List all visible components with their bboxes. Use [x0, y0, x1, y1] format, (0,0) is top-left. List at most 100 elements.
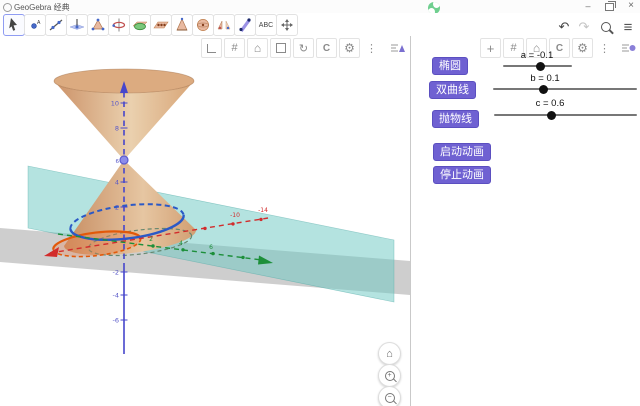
axes-icon: +: [487, 41, 495, 56]
axis-tick-label: -4: [113, 292, 119, 300]
grid-icon: #: [510, 42, 516, 54]
axis-tick-label: 10: [111, 100, 119, 108]
kebab-icon: ⋮: [366, 42, 377, 55]
slider-c-knob[interactable]: [547, 111, 556, 120]
more-options-button[interactable]: ⋮: [362, 39, 381, 57]
tool-line[interactable]: [45, 14, 67, 36]
rotate-icon: ↻: [299, 42, 308, 55]
tool-perpendicular-line[interactable]: [66, 14, 88, 36]
axis-tick-label: 4: [179, 240, 183, 247]
zoom-out-button[interactable]: −: [378, 386, 401, 406]
axes-toggle-button[interactable]: [201, 38, 222, 58]
tool-plane-through-points[interactable]: [150, 14, 172, 36]
sphere-icon: [195, 17, 211, 33]
tool-reflect-about-plane[interactable]: [213, 14, 235, 36]
tool-sphere[interactable]: [192, 14, 214, 36]
clipping-box-button[interactable]: [270, 38, 291, 58]
axis-tick-label: -6: [113, 317, 119, 325]
plane-icon: [153, 17, 169, 33]
tool-move-graphics-view[interactable]: [276, 14, 298, 36]
home-icon: ⌂: [254, 41, 261, 55]
view-direction-icon: C: [323, 43, 330, 54]
tool-move[interactable]: [3, 14, 25, 36]
perpendicular-line-icon: [69, 17, 85, 33]
restore-button[interactable]: [605, 3, 614, 11]
slider-a[interactable]: [503, 65, 572, 67]
slider-b[interactable]: [493, 88, 637, 90]
main-area: 10 8 6 4 2 -2 -4 -6 -10 -14 2 4 6 # ⌂ ↻ C ⚙ ⋮ ⌂ + …: [0, 36, 640, 406]
axis-tick-label: 2: [149, 236, 153, 243]
point-style-icon: [620, 41, 636, 55]
stylebar-toggle-button[interactable]: [387, 39, 406, 57]
grid-toggle-button[interactable]: #: [224, 38, 245, 58]
intersection-curve-icon: [132, 17, 148, 33]
redo-button[interactable]: ↷: [575, 18, 593, 36]
default-view-button[interactable]: ⌂: [247, 38, 268, 58]
axis-tick-label: 4: [115, 179, 119, 187]
stop-animation-button[interactable]: 停止动画: [433, 166, 491, 184]
tool-pyramid[interactable]: [171, 14, 193, 36]
slider-b-knob[interactable]: [539, 85, 548, 94]
menu-button[interactable]: ≡: [619, 18, 637, 36]
tool-point[interactable]: A: [24, 14, 46, 36]
rotate-view-button[interactable]: ↻: [293, 38, 314, 58]
axis-tick-label: 6: [116, 159, 120, 165]
svg-text:A: A: [37, 20, 41, 26]
tool-text[interactable]: ABC: [255, 14, 277, 36]
3d-scene-canvas[interactable]: 10 8 6 4 2 -2 -4 -6 -10 -14 2 4 6: [0, 36, 410, 406]
hyperbola-button[interactable]: 双曲线: [429, 81, 476, 99]
point-icon: A: [27, 17, 43, 33]
minimize-button[interactable]: –: [581, 0, 595, 12]
segment-icon: [237, 17, 253, 33]
search-icon: [601, 22, 611, 32]
slider-b-label: b = 0.1: [530, 73, 559, 84]
view-direction-icon: C: [556, 43, 563, 54]
grid-icon: #: [231, 42, 237, 54]
axis-tick-label: 2: [115, 204, 119, 212]
slider-c[interactable]: [494, 114, 637, 116]
close-button[interactable]: ×: [624, 0, 638, 12]
axis-tick-label: -14: [258, 207, 268, 214]
gear-icon: ⚙: [344, 41, 355, 55]
zoom-home-button[interactable]: ⌂: [378, 342, 401, 365]
zoom-in-icon: +: [385, 371, 395, 381]
3d-graphics-view[interactable]: 108642-2-4-6 -10-14 246 # ⌂ ↻ C ⚙ ⋮ ⌂ + …: [0, 36, 410, 406]
axis-tick-label: -2: [113, 269, 119, 277]
start-animation-button[interactable]: 启动动画: [433, 143, 491, 161]
tool-polygon[interactable]: [87, 14, 109, 36]
3d-stylebar: # ⌂ ↻ C ⚙ ⋮: [199, 38, 406, 58]
axes-icon: [207, 44, 216, 53]
ellipse-button[interactable]: 椭圆: [432, 57, 468, 75]
panel-stylebar: + # ⌂ C ⚙ ⋮: [478, 38, 637, 58]
axis-tick-label: 8: [115, 125, 119, 133]
slider-a-knob[interactable]: [536, 62, 545, 71]
move-view-icon: [279, 17, 295, 33]
axis-tick-label: -10: [230, 212, 240, 219]
view-direction-button[interactable]: C: [316, 38, 337, 58]
stylebar-toggle-button[interactable]: [618, 39, 637, 57]
zoom-out-icon: −: [385, 393, 395, 403]
graphics-view-2[interactable]: + # ⌂ C ⚙ ⋮ 椭圆 双曲线 抛物线 启动动画 停止动画 a = -0.…: [410, 36, 640, 406]
axes-toggle-button[interactable]: +: [480, 38, 501, 58]
tool-intersection-curve[interactable]: [129, 14, 151, 36]
cursor-icon: [6, 17, 22, 33]
tool-segment-between-points[interactable]: [234, 14, 256, 36]
settings-button[interactable]: ⚙: [572, 38, 593, 58]
tool-rotation-around-axis[interactable]: [108, 14, 130, 36]
window-title: GeoGebra 经典: [14, 2, 70, 13]
home-icon: ⌂: [386, 348, 393, 360]
pyramid-icon: [174, 17, 190, 33]
gear-icon: ⚙: [577, 41, 588, 55]
apex-point[interactable]: [120, 156, 128, 164]
axis-tick-label: 6: [209, 244, 213, 251]
settings-button[interactable]: ⚙: [339, 38, 360, 58]
polygon-icon: [90, 17, 106, 33]
zoom-in-button[interactable]: +: [378, 364, 401, 387]
slider-c-label: c = 0.6: [536, 98, 565, 109]
undo-button[interactable]: ↶: [555, 18, 573, 36]
line-icon: [48, 17, 64, 33]
parabola-button[interactable]: 抛物线: [432, 110, 479, 128]
toolbar: A ABC ↶ ↷ ≡: [0, 13, 640, 37]
more-options-button[interactable]: ⋮: [595, 39, 614, 57]
search-button[interactable]: [597, 18, 615, 36]
